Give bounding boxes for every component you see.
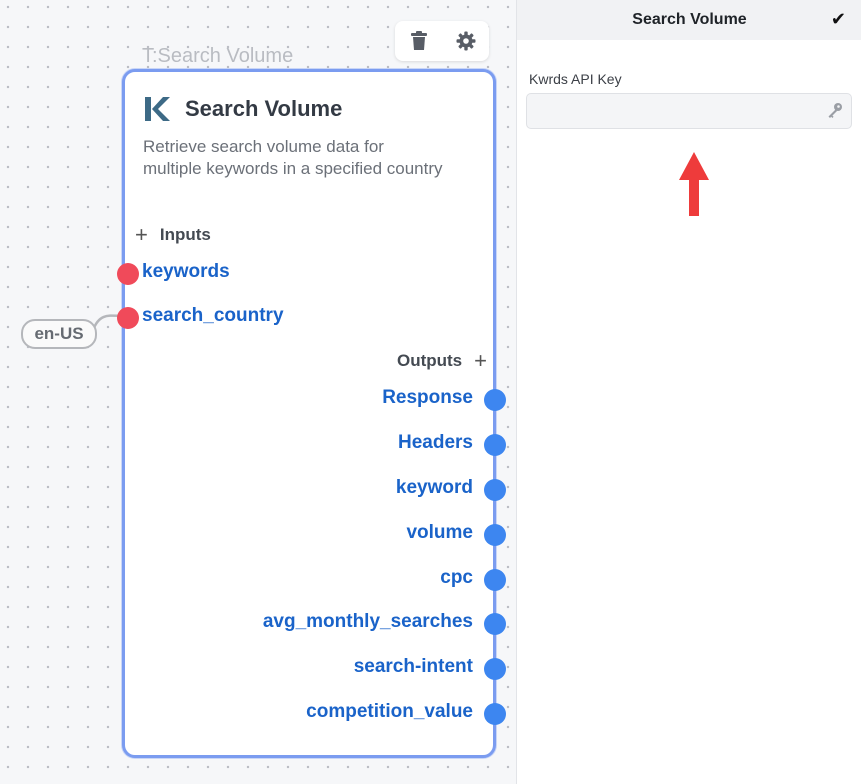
output-label-headers: Headers xyxy=(398,432,473,453)
output-port-volume[interactable] xyxy=(484,524,506,546)
output-port-avg-monthly-searches[interactable] xyxy=(484,613,506,635)
node-description: Retrieve search volume data for multiple… xyxy=(143,137,443,178)
trash-icon xyxy=(410,31,427,50)
input-port-keywords[interactable] xyxy=(117,263,139,285)
properties-panel: Search Volume ✔ Kwrds API Key xyxy=(516,0,861,784)
node-caption: T:Search Volume xyxy=(142,45,294,67)
output-label-avg-monthly-searches: avg_monthly_searches xyxy=(262,611,473,632)
key-icon xyxy=(828,103,842,118)
output-port-response[interactable] xyxy=(484,389,506,411)
input-label-search-country: search_country xyxy=(142,305,284,326)
output-label-search-intent: search-intent xyxy=(353,656,473,677)
output-port-cpc[interactable] xyxy=(484,569,506,591)
delete-button[interactable] xyxy=(405,27,433,55)
outputs-label: Outputs xyxy=(396,351,463,370)
api-key-field-wrapper xyxy=(526,93,852,129)
value-pill[interactable]: en-US xyxy=(21,319,97,349)
flow-canvas[interactable]: T:Search Volume en-US Search Volume Retr… xyxy=(0,0,516,784)
input-label-keywords: keywords xyxy=(142,261,230,282)
panel-title: Search Volume xyxy=(632,11,747,28)
confirm-check-icon[interactable]: ✔ xyxy=(831,9,846,30)
kwrds-logo-icon xyxy=(145,97,170,121)
api-key-label: Kwrds API Key xyxy=(529,71,622,87)
node-title: Search Volume xyxy=(185,96,343,121)
node-header: Search Volume xyxy=(143,94,342,124)
panel-header: Search Volume ✔ xyxy=(517,0,861,40)
red-up-arrow-annotation xyxy=(679,152,709,216)
output-label-competition-value: competition_value xyxy=(306,701,473,722)
input-port-search-country[interactable] xyxy=(117,307,139,329)
output-port-search-intent[interactable] xyxy=(484,658,506,680)
output-label-keyword: keyword xyxy=(395,477,473,498)
output-port-headers[interactable] xyxy=(484,434,506,456)
inputs-label: Inputs xyxy=(159,225,211,244)
node-toolbar xyxy=(395,21,489,61)
add-output-button[interactable]: + xyxy=(474,348,487,374)
output-label-volume: volume xyxy=(406,522,473,543)
api-key-input[interactable] xyxy=(527,94,833,126)
gear-icon xyxy=(456,31,475,51)
add-input-button[interactable]: + xyxy=(135,222,148,248)
output-port-competition-value[interactable] xyxy=(484,703,506,725)
inputs-section-header: + Inputs xyxy=(135,222,211,248)
outputs-section-header: Outputs + xyxy=(397,348,487,374)
search-volume-node[interactable]: Search Volume Retrieve search volume dat… xyxy=(117,69,506,758)
output-port-keyword[interactable] xyxy=(484,479,506,501)
settings-button[interactable] xyxy=(452,27,480,55)
output-label-response: Response xyxy=(382,387,473,408)
output-label-cpc: cpc xyxy=(440,567,473,588)
